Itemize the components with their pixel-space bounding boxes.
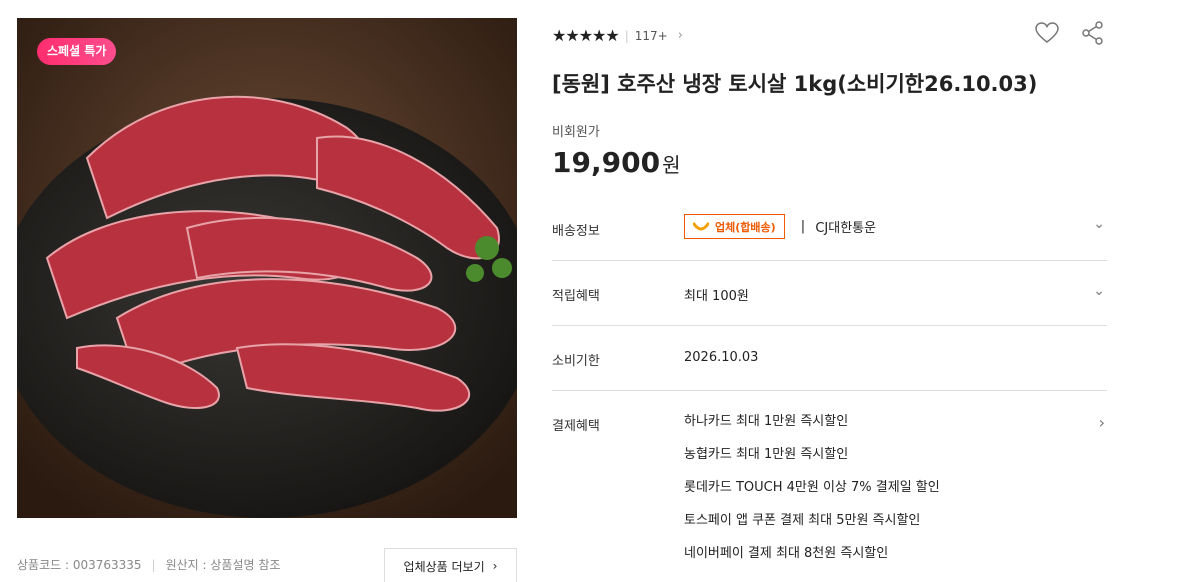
rating[interactable]: ★★★★★ | 117+ ›: [552, 26, 683, 45]
chevron-down-icon[interactable]: ⌄: [1093, 283, 1105, 299]
chevron-right-icon[interactable]: ›: [1099, 413, 1105, 432]
divider: |: [624, 28, 629, 43]
special-deal-badge: 스페셜 특가: [37, 38, 117, 65]
vendor-more-button[interactable]: 업체상품 더보기 ›: [384, 548, 517, 582]
vendor-more-label: 업체상품 더보기: [403, 559, 485, 574]
shipping-label: 배송정보: [552, 224, 600, 239]
price-unit: 원: [662, 153, 681, 177]
review-count: 117+: [634, 28, 668, 43]
heart-icon[interactable]: [1034, 20, 1060, 46]
payment-label: 결제혜택: [552, 419, 600, 434]
price-label: 비회원가: [552, 125, 600, 140]
expiry-label: 소비기한: [552, 354, 600, 369]
list-item: 네이버페이 결제 최대 8천원 즉시할인: [684, 546, 889, 561]
divider: [552, 390, 1107, 391]
payment-row[interactable]: 결제혜택 하나카드 최대 1만원 즉시할인 농협카드 최대 1만원 즉시할인 롯…: [552, 413, 1107, 580]
divider: [552, 260, 1107, 261]
share-icon[interactable]: [1080, 20, 1106, 46]
star-rating: ★★★★★: [552, 26, 620, 45]
expiry-row: 소비기한 2026.10.03: [552, 350, 1107, 370]
carrier-divider: |: [800, 219, 806, 234]
divider: [552, 325, 1107, 326]
points-label: 적립혜택: [552, 289, 600, 304]
smile-icon: [693, 222, 709, 230]
meat-photo: [17, 18, 517, 518]
product-title: [동원] 호주산 냉장 토시살 1kg(소비기한26.10.03): [552, 72, 1038, 96]
shipping-badge: 업체(합배송): [684, 214, 785, 239]
payment-benefits-list: 하나카드 최대 1만원 즉시할인 농협카드 최대 1만원 즉시할인 롯데카드 T…: [684, 415, 940, 580]
chevron-right-icon: ›: [492, 559, 498, 573]
chevron-right-icon: ›: [677, 28, 683, 43]
expiry-value: 2026.10.03: [684, 350, 759, 365]
shipping-row[interactable]: 배송정보 업체(합배송) | CJ대한통운 ⌄: [552, 214, 1107, 243]
shipping-value: 업체(합배송) | CJ대한통운: [684, 214, 876, 239]
shipping-badge-label: 업체(합배송): [715, 220, 776, 234]
price: 19,900 원: [552, 146, 680, 179]
list-item: 농협카드 최대 1만원 즉시할인: [684, 447, 849, 462]
list-item: 롯데카드 TOUCH 4만원 이상 7% 결제일 할인: [684, 480, 940, 495]
price-amount: 19,900: [552, 146, 661, 179]
points-value: 최대 100원: [684, 289, 749, 304]
list-item: 토스페이 앱 쿠폰 결제 최대 5만원 즉시할인: [684, 513, 921, 528]
list-item: 하나카드 최대 1만원 즉시할인: [684, 414, 849, 429]
points-row[interactable]: 적립혜택 최대 100원 ⌄: [552, 283, 1107, 305]
chevron-down-icon[interactable]: ⌄: [1093, 216, 1105, 232]
product-code: 상품코드 : 003763335: [17, 558, 142, 572]
divider: |: [151, 557, 156, 572]
top-actions: [1034, 20, 1106, 46]
product-image: [17, 18, 517, 518]
carrier-name: CJ대한통운: [815, 221, 877, 236]
product-meta: 상품코드 : 003763335 | 원산지 : 상품설명 참조: [17, 556, 280, 573]
origin: 원산지 : 상품설명 참조: [165, 558, 281, 572]
